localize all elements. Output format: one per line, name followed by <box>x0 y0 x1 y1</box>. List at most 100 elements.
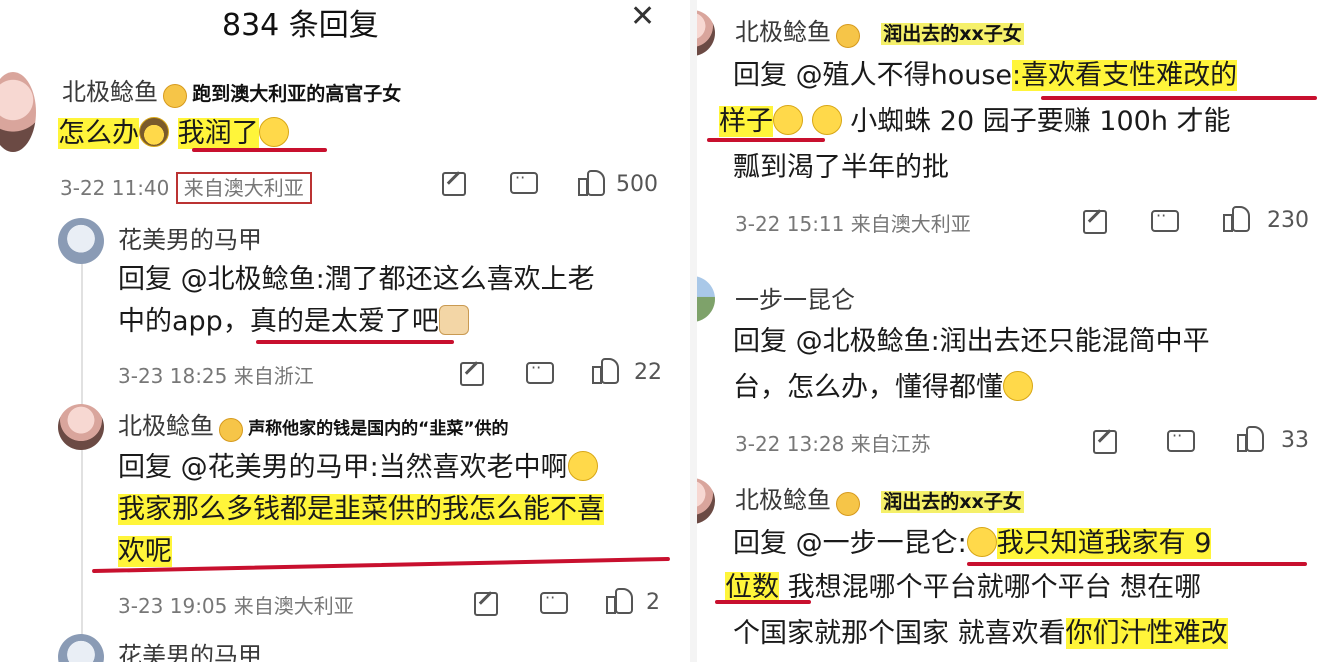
timestamp: 3-23 19:05 <box>118 594 228 618</box>
comment-icon[interactable] <box>510 168 538 194</box>
reply-text-part: 中的app， <box>118 306 250 337</box>
like-count: 33 <box>1281 428 1309 453</box>
reply-text-line: 回复 @北极鲶鱼:潤了都还这么喜欢上老 <box>118 264 595 295</box>
reply-text-line: 个国家就那个国家 就喜欢看你们汁性难改 <box>733 612 1228 656</box>
repost-icon[interactable] <box>1093 430 1117 454</box>
vip-badge-icon <box>836 23 861 48</box>
timestamp: 3-22 13:28 <box>735 432 845 456</box>
reply-text-line: 回复 @殖人不得house:喜欢看支性难改的 <box>733 54 1238 98</box>
comment-header: 北极鲶鱼 润出去的xx子女 <box>735 480 1024 516</box>
reply-count-title: 834 条回复 <box>222 8 379 43</box>
comment-meta: 3-23 18:25 来自浙江 <box>118 360 314 389</box>
location-label: 来自澳大利亚 <box>850 212 971 236</box>
comment-icon[interactable] <box>1167 426 1195 452</box>
smile-emoji-icon <box>773 105 803 135</box>
laugh-cry-emoji-icon <box>567 451 598 481</box>
location-label: 来自澳大利亚 <box>175 172 312 204</box>
reply-text-part: 台，怎么办，懂得都懂 <box>733 372 1003 403</box>
reply-text-underlined: 真的是太爱了吧 <box>249 306 439 337</box>
timestamp: 3-22 15:11 <box>735 212 845 236</box>
reply-text-line: 回复 @花美男的马甲:当然喜欢老中啊 <box>118 446 598 490</box>
reply-text-line: 回复 @一步一昆仑: 我只知道我家有 9 <box>733 522 1212 566</box>
avatar[interactable] <box>0 72 36 152</box>
repost-icon[interactable] <box>1083 210 1107 234</box>
annotation-tag: 润出去的xx子女 <box>881 23 1024 45</box>
reply-text-line: 回复 @北极鲶鱼:润出去还只能混简中平 <box>733 326 1210 357</box>
comment-header: 北极鲶鱼 润出去的xx子女 <box>735 12 1024 48</box>
smile-emoji-icon <box>966 527 997 557</box>
red-underline <box>92 556 670 574</box>
comment-icon[interactable] <box>1151 206 1179 232</box>
comment-text-part: 怎么办 <box>58 118 139 149</box>
red-underline <box>256 340 454 344</box>
right-reply-panel: 北极鲶鱼 润出去的xx子女 回复 @殖人不得house:喜欢看支性难改的 样子 … <box>697 0 1320 662</box>
annotation-tag: 润出去的xx子女 <box>881 491 1024 513</box>
reply-text-part: 我想混哪个平台就哪个平台 想在哪 <box>787 572 1202 603</box>
username[interactable]: 北极鲶鱼 <box>118 412 214 440</box>
reply-text-highlight: 我只知道我家有 9 <box>996 528 1212 559</box>
red-underline <box>192 148 327 152</box>
avatar[interactable] <box>58 634 104 662</box>
like-icon[interactable] <box>592 356 619 384</box>
annotation-tag: 声称他家的钱是国内的“韭菜”供的 <box>248 419 509 439</box>
like-icon[interactable] <box>578 168 605 196</box>
comment-text-highlight: 我润了 <box>177 118 259 149</box>
location-label: 来自澳大利亚 <box>233 594 354 618</box>
repost-icon[interactable] <box>474 592 498 616</box>
like-icon[interactable] <box>1223 204 1250 232</box>
username[interactable]: 北极鲶鱼 <box>735 18 831 46</box>
like-count: 230 <box>1267 208 1309 233</box>
username[interactable]: 一步一昆仑 <box>735 280 855 315</box>
cat-emoji-icon <box>438 305 469 335</box>
like-count: 22 <box>634 360 662 385</box>
reply-text-part: 回复 @花美男的马甲:当然喜欢老中啊 <box>118 452 568 483</box>
comment-header: 北极鲶鱼 声称他家的钱是国内的“韭菜”供的 <box>118 406 509 442</box>
like-icon[interactable] <box>1237 424 1264 452</box>
like-count: 2 <box>646 590 660 615</box>
location-label: 来自江苏 <box>850 432 931 456</box>
smile-emoji-icon <box>811 105 842 135</box>
username[interactable]: 花美男的马甲 <box>118 220 262 255</box>
avatar[interactable] <box>697 478 715 524</box>
close-icon[interactable]: ✕ <box>630 2 655 32</box>
comment-meta: 3-22 11:40 来自澳大利亚 <box>60 172 312 204</box>
vip-badge-icon <box>219 417 244 442</box>
like-count: 500 <box>616 172 658 197</box>
smirk-emoji-icon <box>1003 371 1033 401</box>
repost-icon[interactable] <box>460 362 484 386</box>
reply-text-part: 回复 @一步一昆仑: <box>733 528 967 559</box>
reply-text-line: 中的app，真的是太爱了吧 <box>118 300 469 344</box>
reply-text-line: 我家那么多钱都是韭菜供的我怎么能不喜 <box>118 488 604 532</box>
username[interactable]: 北极鲶鱼 <box>62 78 158 106</box>
avatar[interactable] <box>58 404 104 450</box>
avatar[interactable] <box>697 276 715 322</box>
comment-meta: 3-22 13:28 来自江苏 <box>735 428 931 457</box>
reply-text-highlight: 欢呢 <box>118 536 172 567</box>
reply-text-line: 台，怎么办，懂得都懂 <box>733 366 1033 410</box>
avatar[interactable] <box>697 10 715 56</box>
thread-line <box>81 255 83 662</box>
reply-text-part: 小蜘蛛 20 园子要赚 100h 才能 <box>850 106 1231 137</box>
annotation-tag: 跑到澳大利亚的高官子女 <box>192 83 402 105</box>
repost-icon[interactable] <box>442 172 466 196</box>
comment-header: 北极鲶鱼 跑到澳大利亚的高官子女 <box>62 72 401 108</box>
timestamp: 3-22 11:40 <box>60 176 170 200</box>
red-underline <box>715 600 811 604</box>
avatar[interactable] <box>58 218 104 264</box>
vip-badge-icon <box>836 491 861 516</box>
timestamp: 3-23 18:25 <box>118 364 228 388</box>
reply-text-highlight: 位数 <box>725 572 779 603</box>
username[interactable]: 北极鲶鱼 <box>735 486 831 514</box>
like-icon[interactable] <box>606 586 633 614</box>
reply-text-highlight: 我家那么多钱都是韭菜供的我怎么能不喜 <box>118 494 604 525</box>
username[interactable]: 花美男的马甲 <box>118 636 262 662</box>
reply-text-highlight: :喜欢看支性难改的 <box>1012 60 1238 91</box>
vip-badge-icon <box>163 83 188 108</box>
comment-icon[interactable] <box>540 588 568 614</box>
reply-text-highlight: 你们汁性难改 <box>1065 618 1228 649</box>
girl-emoji-icon <box>139 117 169 147</box>
reply-text-highlight: 样子 <box>719 106 773 137</box>
reply-text-part: 回复 @殖人不得house <box>733 60 1013 91</box>
reply-text-line: 瓢到渴了半年的批 <box>733 152 949 183</box>
comment-icon[interactable] <box>526 358 554 384</box>
